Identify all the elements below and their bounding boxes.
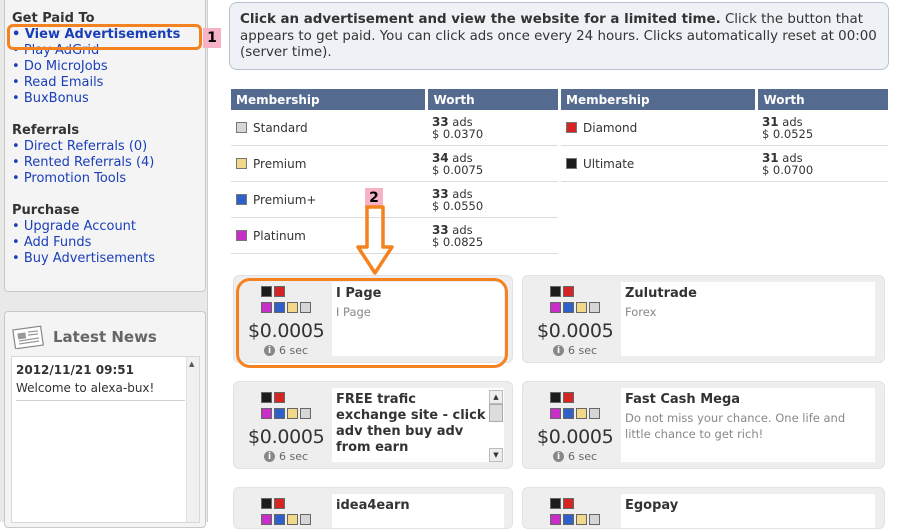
arrow-down-icon [356,205,394,275]
menu-buy-advertisements[interactable]: • Buy Advertisements [12,251,155,266]
menu-rented-referrals[interactable]: • Rented Referrals (4) [12,155,154,170]
membership-table-right: Membership Worth Diamond 31 ads $ 0.0525 … [561,89,888,182]
scroll-up-icon[interactable]: ▲ [489,390,503,404]
col-worth: Worth [426,89,558,110]
ad-title[interactable]: Fast Cash Mega [625,392,740,408]
ad-content[interactable]: Fast Cash Mega Do not miss your chance. … [621,388,875,462]
menu-read-emails[interactable]: • Read Emails [12,75,103,90]
ad-meta: $0.0005 i6 sec [523,382,621,468]
annotation-highlight-2 [236,278,508,368]
ad-content[interactable]: Egopay [621,494,875,528]
ad-title[interactable]: Egopay [625,498,678,514]
ad-meta: $0.0005 i6 sec [234,382,332,468]
info-icon: i [553,451,564,462]
menu-do-microjobs[interactable]: • Do MicroJobs [12,59,108,74]
ad-content[interactable]: FREE trafic exchange site - click adv th… [332,388,504,462]
ad-description: Forex [625,305,657,319]
premium-plus-badge-icon [236,193,247,205]
ad-title[interactable]: FREE trafic exchange site - click adv th… [336,392,486,456]
news-header: Latest News [11,325,157,349]
ad-card-idea4earn[interactable]: idea4earn [233,487,513,529]
section-title-purchase: Purchase [12,203,80,218]
ad-meta [523,488,621,528]
table-row: Standard 33 ads $ 0.0370 [231,110,558,146]
ad-title[interactable]: Zulutrade [625,286,697,302]
ad-content[interactable]: idea4earn [332,494,504,528]
membership-icons [550,286,600,318]
ad-scrollbar-thumb[interactable] [489,404,503,422]
news-list: 2012/11/21 09:51 Welcome to alexa-bux! ▲ [11,356,200,523]
premium-badge-icon [236,157,247,169]
ad-meta [234,488,332,528]
info-text: Click an advertisement and view the webs… [240,12,877,60]
info-icon: i [264,451,275,462]
info-icon: i [553,345,564,356]
ad-duration: i6 sec [264,450,308,463]
col-membership: Membership [561,89,759,110]
latest-news-box: Latest News 2012/11/21 09:51 Welcome to … [4,311,206,528]
ad-price: $0.0005 [248,426,325,448]
membership-icons [261,392,311,424]
news-text: Welcome to alexa-bux! [16,381,155,395]
ad-card-free-trafic[interactable]: $0.0005 i6 sec FREE trafic exchange site… [233,381,513,469]
menu-upgrade-account[interactable]: • Upgrade Account [12,219,136,234]
menu-buxbonus[interactable]: • BuxBonus [12,91,89,106]
news-scrollbar[interactable]: ▲ [186,357,199,522]
diamond-badge-icon [566,121,577,133]
ad-price: $0.0005 [537,320,614,342]
annotation-marker-1: 1 [203,28,221,48]
ad-card-egopay[interactable]: Egopay [522,487,885,529]
col-worth: Worth [756,89,888,110]
membership-icons [261,498,311,530]
newspaper-icon [12,325,44,349]
ad-duration: i6 sec [553,450,597,463]
ad-card-fast-cash-mega[interactable]: $0.0005 i6 sec Fast Cash Mega Do not mis… [522,381,885,469]
standard-badge-icon [236,121,247,133]
ad-price: $0.0005 [537,426,614,448]
membership-icons [550,498,600,530]
news-title: Latest News [53,328,157,346]
table-row: Ultimate 31 ads $ 0.0700 [561,145,888,182]
ultimate-badge-icon [566,157,577,169]
table-row: Diamond 31 ads $ 0.0525 [561,110,888,146]
platinum-badge-icon [236,229,247,241]
section-title-referrals: Referrals [12,123,80,138]
annotation-highlight-1 [7,24,202,50]
ad-title[interactable]: idea4earn [336,498,410,514]
menu-direct-referrals[interactable]: • Direct Referrals (0) [12,139,147,154]
ad-duration: i6 sec [553,344,597,357]
ad-card-zulutrade[interactable]: $0.0005 i6 sec Zulutrade Forex [522,275,885,363]
ad-description: Do not miss your chance. One life and li… [625,411,846,441]
ad-meta: $0.0005 i6 sec [523,276,621,362]
table-row: Premium 34 ads $ 0.0075 [231,145,558,182]
membership-icons [550,392,600,424]
scroll-up-icon[interactable]: ▲ [189,360,194,368]
news-date: 2012/11/21 09:51 [16,363,134,377]
info-box: Click an advertisement and view the webs… [229,2,889,70]
sidebar: Get Paid To • View Advertisements • Play… [0,0,208,528]
col-membership: Membership [231,89,429,110]
scroll-down-icon[interactable]: ▼ [489,448,503,462]
news-divider [16,400,185,401]
menu-add-funds[interactable]: • Add Funds [12,235,91,250]
menu-promotion-tools[interactable]: • Promotion Tools [12,171,126,186]
ad-content[interactable]: Zulutrade Forex [621,282,875,356]
